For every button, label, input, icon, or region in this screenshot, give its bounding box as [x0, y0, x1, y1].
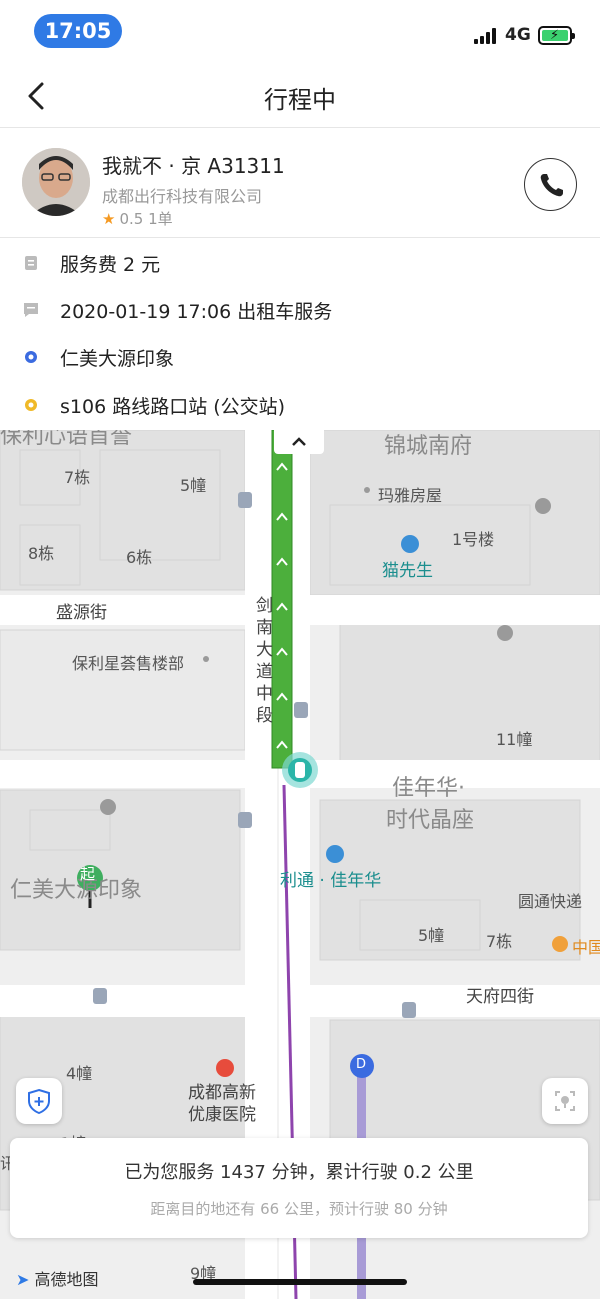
map-label: 11幢: [496, 730, 533, 749]
amap-arrow-icon: ➤: [16, 1270, 30, 1289]
shield-icon: [28, 1088, 50, 1115]
call-button[interactable]: [524, 158, 577, 211]
network-type: 4G: [505, 25, 531, 45]
amap-logo-text: 高德地图: [34, 1270, 99, 1289]
phone-icon: [540, 174, 563, 197]
map-label: 时代晶座: [386, 808, 475, 833]
service-text: 2020-01-19 17:06 出租车服务: [60, 301, 333, 323]
home-indicator: [193, 1279, 407, 1285]
service-summary: 已为您服务 1437 分钟，累计行驶 0.2 公里: [124, 1162, 474, 1183]
map-label: 6栋: [126, 548, 153, 567]
status-time: 17:05: [34, 14, 122, 48]
map-label: 保利星荟售楼部: [72, 654, 185, 673]
driver-card: 我就不 · 京 A31311 成都出行科技有限公司 ★ 0.5 1单: [0, 128, 600, 238]
map-label: 1号楼: [452, 530, 495, 549]
map-label: 盛源街: [56, 603, 107, 623]
amap-logo: ➤ 高德地图: [16, 1266, 99, 1290]
signal-icon: [474, 28, 498, 44]
map-label: 保利心语首誉: [0, 430, 133, 449]
locate-button[interactable]: [542, 1078, 588, 1124]
service-row: 2020-01-19 17:06 出租车服务: [0, 287, 600, 333]
map-label: 7栋: [486, 932, 513, 951]
nav-bar: 行程中: [0, 62, 600, 128]
collapse-button[interactable]: [274, 430, 324, 454]
map-label: 利通 · 佳年华: [280, 871, 382, 891]
map-label: 中国: [572, 938, 600, 957]
map-label: 5幢: [180, 476, 207, 495]
map-label: 仁美大源印象: [10, 878, 143, 903]
map-label: 圆通快递: [518, 892, 583, 911]
destination-row: s106 路线路口站 (公交站): [0, 382, 600, 428]
destination-text: s106 路线路口站 (公交站): [60, 396, 286, 418]
map-label: 4幢: [66, 1064, 93, 1083]
end-dot-icon: [25, 399, 37, 411]
chevron-up-icon: [292, 437, 306, 446]
fee-text: 服务费 2 元: [60, 254, 161, 276]
map-label: 7栋: [64, 468, 91, 487]
map-label: 天府四街: [466, 987, 534, 1007]
map-label: 佳年华·: [392, 776, 465, 801]
start-marker: 起: [80, 865, 96, 883]
locate-icon: [555, 1091, 575, 1111]
receipt-icon: [25, 256, 37, 270]
page-title: 行程中: [264, 86, 336, 114]
map-label: 5幢: [418, 926, 445, 945]
map-label: 优康医院: [188, 1105, 256, 1125]
map-label: 剑南大道中段: [256, 596, 273, 726]
start-row: 仁美大源印象: [0, 334, 600, 380]
end-marker: D: [356, 1057, 367, 1072]
map-label: 玛雅房屋: [378, 486, 443, 505]
message-icon: [24, 303, 38, 317]
service-status-card: 已为您服务 1437 分钟，累计行驶 0.2 公里 距离目的地还有 66 公里，…: [10, 1138, 588, 1238]
star-icon: ★: [102, 210, 116, 228]
driver-rating: ★ 0.5 1单: [102, 208, 173, 229]
status-bar: 17:05 4G ⚡: [0, 0, 600, 62]
map-view[interactable]: 锦城南府 保利心语首誉 玛雅房屋 1号楼 猫先生 7栋 5幢 8栋 6栋 盛源街…: [0, 430, 600, 1299]
battery-icon: ⚡: [538, 26, 575, 45]
rating-text: 0.5 1单: [119, 210, 173, 228]
fee-row: 服务费 2 元: [0, 240, 600, 286]
map-label: 锦城南府: [384, 434, 473, 459]
safety-button[interactable]: [16, 1078, 62, 1124]
driver-name-plate: 我就不 · 京 A31311: [102, 154, 285, 178]
start-dot-icon: [25, 351, 37, 363]
start-text: 仁美大源印象: [60, 348, 175, 370]
driver-avatar: [22, 148, 90, 216]
map-label: 8栋: [28, 544, 55, 563]
remaining-distance: 距离目的地还有 66 公里，预计行驶 80 分钟: [150, 1200, 448, 1218]
map-label: 猫先生: [382, 561, 433, 581]
driver-company: 成都出行科技有限公司: [102, 187, 263, 206]
